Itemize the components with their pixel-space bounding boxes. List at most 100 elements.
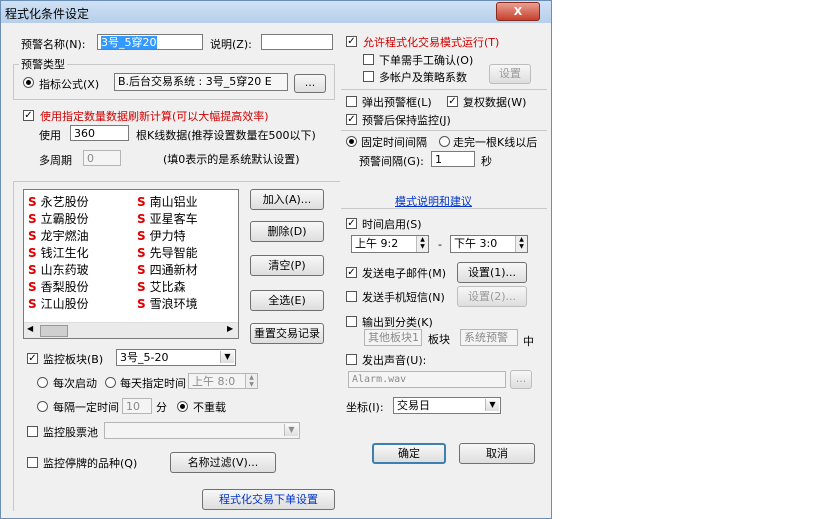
indicator-radio[interactable] [23, 77, 34, 88]
list-item[interactable]: S 永艺股份 [28, 193, 89, 210]
monitor-pool-select[interactable]: ▼ [104, 422, 300, 439]
send-email-label: 发送电子邮件(M) [362, 267, 447, 280]
list-item[interactable]: S 亚星客车 [137, 210, 198, 227]
description-input[interactable] [261, 34, 333, 50]
each-start-radio[interactable] [37, 377, 48, 388]
default-note: (填0表示的是系统默认设置) [163, 153, 300, 166]
list-item[interactable]: S 南山铝业 [137, 193, 198, 210]
alert-name-input[interactable]: 3号_5穿20 [97, 34, 203, 50]
stock-name: 龙宇燃油 [40, 229, 89, 243]
use-count-input[interactable]: 360 [70, 125, 129, 141]
interval-label: 每隔一定时间 [53, 401, 119, 414]
chevron-down-icon[interactable]: ▼ [485, 399, 499, 411]
list-item[interactable]: S 雪浪环境 [137, 295, 198, 312]
time-from-value: 上午 9:2 [355, 237, 399, 250]
clear-button[interactable]: 清空(P) [250, 255, 324, 276]
fixed-interval-radio[interactable] [346, 136, 357, 147]
use-data-label: 使用指定数量数据刷新计算(可以大幅提高效率) [40, 110, 269, 123]
list-item[interactable]: S 立霸股份 [28, 210, 89, 227]
other-block-field[interactable]: 其他板块1 [364, 329, 422, 346]
send-sms-checkbox[interactable] [346, 291, 357, 302]
daily-time-radio[interactable] [105, 377, 116, 388]
play-sound-label: 发出声音(U): [362, 354, 427, 367]
close-button[interactable]: X [496, 2, 540, 21]
after-kline-label: 走完一根K线以后 [453, 136, 538, 149]
no-repeat-radio[interactable] [177, 401, 188, 412]
order-settings-button[interactable]: 程式化交易下单设置 [202, 489, 335, 510]
coord-select[interactable]: 交易日 ▼ [393, 397, 501, 414]
manual-confirm-checkbox[interactable] [363, 54, 374, 65]
time-to-value: 下午 3:0 [454, 237, 498, 250]
after-kline-radio[interactable] [439, 136, 450, 147]
stock-list[interactable]: S 永艺股份 S 南山铝业 S 立霸股份 S 亚星客车 S 龙宇燃油 S 伊力特 S 钱江生化… [23, 189, 239, 339]
delete-button[interactable]: 删除(D) [250, 221, 324, 242]
indicator-browse-button[interactable]: ... [294, 74, 326, 93]
output-category-checkbox[interactable] [346, 316, 357, 327]
chevron-down-icon[interactable]: ▼ [284, 424, 298, 436]
list-item[interactable]: S 香梨股份 [28, 278, 89, 295]
alert-type-group-label: 预警类型 [19, 56, 67, 72]
chevron-down-icon[interactable]: ▼ [220, 351, 234, 363]
indicator-formula-field[interactable]: B.后台交易系统 : 3号_5穿20 E [114, 73, 288, 91]
alert-name-value: 3号_5穿20 [101, 36, 157, 49]
list-item[interactable]: S 艾比森 [137, 278, 186, 295]
keep-monitor-checkbox[interactable]: ✓ [346, 114, 357, 125]
time-from-input[interactable]: 上午 9:2 ▲ ▼ [351, 235, 429, 253]
list-horizontal-scrollbar[interactable]: ◀ ▶ [24, 322, 238, 338]
sound-file-field[interactable]: Alarm.wav [348, 371, 506, 388]
block-label: 板块 [428, 333, 450, 346]
monitor-pool-checkbox[interactable] [27, 426, 38, 437]
stock-name: 山东药玻 [40, 263, 89, 277]
cancel-button[interactable]: 取消 [459, 443, 535, 464]
popup-alert-checkbox[interactable] [346, 96, 357, 107]
time-spinner-icon[interactable]: ▲ ▼ [245, 374, 257, 388]
daily-time-input[interactable]: 上午 8:0 ▲ ▼ [188, 373, 258, 389]
email-settings-button[interactable]: 设置(1)... [457, 262, 527, 283]
list-item[interactable]: S 江山股份 [28, 295, 89, 312]
send-email-checkbox[interactable]: ✓ [346, 267, 357, 278]
time-to-input[interactable]: 下午 3:0 ▲ ▼ [450, 235, 528, 253]
alert-interval-input[interactable]: 1 [431, 151, 475, 167]
monitor-block-select[interactable]: 3号_5-20 ▼ [116, 349, 236, 366]
scroll-right-icon[interactable]: ▶ [227, 324, 233, 333]
scroll-thumb[interactable] [40, 325, 68, 337]
use-label: 使用 [39, 129, 61, 142]
multi-account-label: 多帐户及策略系数 [379, 71, 467, 84]
list-item[interactable]: S 山东药玻 [28, 261, 89, 278]
allow-program-trade-checkbox[interactable]: ✓ [346, 36, 357, 47]
list-item[interactable]: S 伊力特 [137, 227, 186, 244]
stock-marker: S [28, 195, 37, 209]
time-spinner-icon[interactable]: ▲ ▼ [515, 236, 527, 252]
system-alert-field[interactable]: 系统预警 [460, 329, 518, 346]
sms-settings-button[interactable]: 设置(2)... [457, 286, 527, 307]
daily-time-label: 每天指定时间 [120, 377, 186, 390]
interval-input[interactable]: 10 [122, 398, 152, 414]
multi-account-settings-button[interactable]: 设置 [489, 64, 531, 84]
scroll-left-icon[interactable]: ◀ [27, 324, 33, 333]
add-button[interactable]: 加入(A)... [250, 189, 324, 210]
multi-account-checkbox[interactable] [363, 71, 374, 82]
time-dash: - [438, 238, 442, 251]
multi-period-input[interactable]: 0 [83, 150, 121, 166]
time-enable-checkbox[interactable]: ✓ [346, 218, 357, 229]
list-item[interactable]: S 钱江生化 [28, 244, 89, 261]
sound-browse-button[interactable]: ... [510, 370, 532, 389]
use-data-checkbox[interactable]: ✓ [23, 110, 34, 121]
list-item[interactable]: S 四通新材 [137, 261, 198, 278]
restore-data-checkbox[interactable]: ✓ [447, 96, 458, 107]
interval-radio[interactable] [37, 401, 48, 412]
play-sound-checkbox[interactable] [346, 354, 357, 365]
divider [341, 130, 547, 131]
select-all-button[interactable]: 全选(E) [250, 290, 324, 311]
restore-data-label: 复权数据(W) [463, 96, 527, 109]
mode-help-link[interactable]: 模式说明和建议 [395, 193, 472, 209]
ok-button[interactable]: 确定 [372, 443, 446, 464]
name-filter-button[interactable]: 名称过滤(V)... [170, 452, 276, 473]
monitor-block-checkbox[interactable]: ✓ [27, 353, 38, 364]
time-spinner-icon[interactable]: ▲ ▼ [416, 236, 428, 252]
list-item[interactable]: S 先导智能 [137, 244, 198, 261]
list-item[interactable]: S 龙宇燃油 [28, 227, 89, 244]
halted-checkbox[interactable] [27, 457, 38, 468]
stock-marker: S [28, 280, 37, 294]
reset-trade-records-button[interactable]: 重置交易记录 [250, 323, 324, 344]
